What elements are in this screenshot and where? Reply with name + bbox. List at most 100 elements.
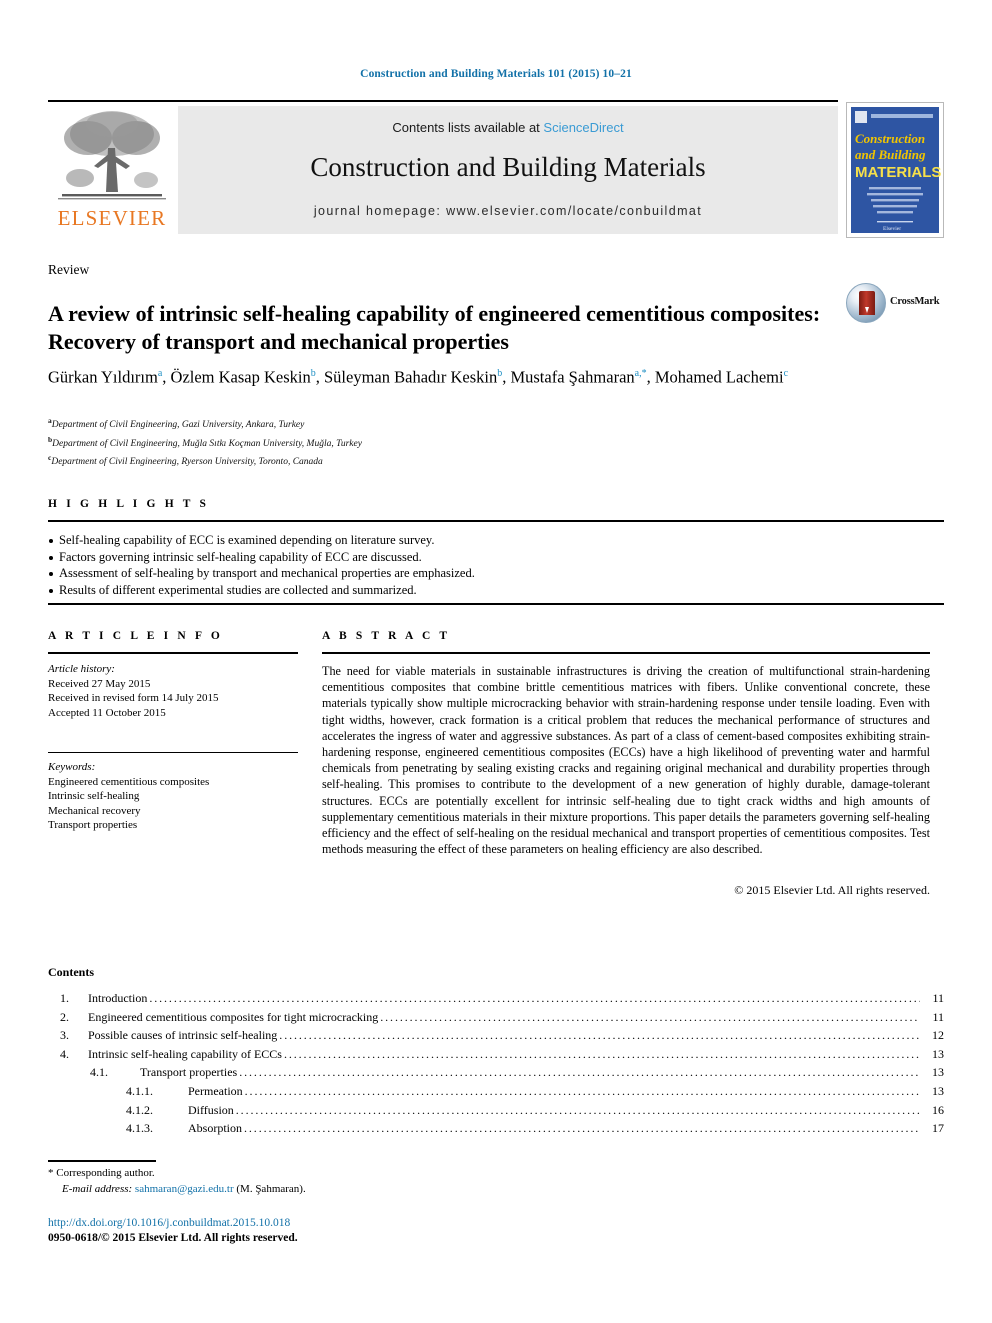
elsevier-tree-icon: [58, 111, 166, 200]
affiliation-item: bDepartment of Civil Engineering, Muğla …: [48, 433, 688, 452]
article-history-block: Article history: Received 27 May 2015 Rec…: [48, 662, 298, 720]
crossmark-circle-icon: [846, 283, 886, 323]
keywords-rule: [48, 752, 298, 753]
keyword-item: Engineered cementitious composites: [48, 775, 210, 788]
journal-article-first-page: Construction and Building Materials 101 …: [0, 0, 992, 1323]
contents-section: Contents 1. Introduction.................…: [48, 965, 944, 1135]
elsevier-logo: ELSEVIER: [48, 106, 176, 234]
elsevier-wordmark: ELSEVIER: [57, 206, 167, 230]
article-history-item: Accepted 11 October 2015: [48, 706, 166, 719]
issn-copyright-line: 0950-0618/© 2015 Elsevier Ltd. All right…: [48, 1232, 298, 1244]
toc-entry-label: Diffusion: [188, 1102, 234, 1117]
toc-entry-number: 4.1.3.: [126, 1121, 153, 1136]
toc-entry-page: 13: [932, 1083, 944, 1098]
author-affiliation-marker: b: [497, 368, 503, 379]
affiliation-text: Department of Civil Engineering, Muğla S…: [52, 438, 362, 449]
page-title: A review of intrinsic self-healing capab…: [48, 300, 821, 354]
corresponding-marker: *: [48, 1167, 54, 1179]
toc-entry[interactable]: 3. Possible causes of intrinsic self-heal…: [48, 1028, 944, 1047]
toc-entry-label: Engineered cementitious composites for t…: [88, 1009, 379, 1024]
toc-leader-dots: ........................................…: [283, 1046, 920, 1061]
email-label: E-mail address:: [62, 1182, 133, 1195]
keyword-item: Mechanical recovery: [48, 804, 141, 817]
keywords-label: Keywords:: [48, 761, 96, 773]
author-name: Özlem Kasap Keskin: [170, 367, 311, 387]
running-head: Construction and Building Materials 101 …: [360, 68, 632, 80]
abstract-heading: A B S T R A C T: [322, 630, 451, 642]
toc-entry-page: 13: [932, 1046, 944, 1061]
toc-entry[interactable]: 4.1.2. Diffusion.........................…: [48, 1103, 944, 1122]
abstract-section: A B S T R A C T The need for viable mate…: [322, 630, 930, 897]
author-name: Mustafa Şahmaran: [510, 367, 635, 387]
article-type-label: Review: [48, 262, 90, 277]
corresponding-text: Corresponding author.: [56, 1167, 155, 1179]
svg-text:Construction: Construction: [855, 131, 925, 146]
svg-text:Elsevier: Elsevier: [883, 226, 901, 232]
author-list: Gürkan Yıldırıma, Özlem Kasap Keskinb, S…: [48, 367, 789, 387]
svg-text:MATERIALS: MATERIALS: [855, 164, 941, 181]
contents-available-prefix: Contents lists available at: [392, 120, 544, 135]
doi-link[interactable]: http://dx.doi.org/10.1016/j.conbuildmat.…: [48, 1216, 548, 1231]
footnote-rule: [48, 1160, 156, 1162]
article-info-heading: A R T I C L E I N F O: [48, 630, 223, 642]
toc-entry-number: 4.1.2.: [126, 1102, 153, 1117]
author-affiliation-marker: a: [157, 368, 163, 379]
author-affiliation-marker: b: [310, 368, 316, 379]
toc-entry[interactable]: 4. Intrinsic self-healing capability of E…: [48, 1047, 944, 1066]
toc-entry[interactable]: 1. Introduction..........................…: [48, 991, 944, 1010]
masthead-top-rule: [48, 100, 838, 102]
journal-cover-thumbnail[interactable]: Construction and Building MATERIALS Else…: [846, 102, 944, 238]
article-history-item: Received in revised form 14 July 2015: [48, 692, 219, 704]
toc-entry[interactable]: 4.1.3. Absorption........................…: [48, 1121, 944, 1140]
toc-entry-number: 1.: [60, 991, 69, 1005]
email-link[interactable]: sahmaran@gazi.edu.tr: [135, 1183, 234, 1195]
keywords-list: Engineered cementitious composites Intrin…: [48, 775, 298, 833]
toc-leader-dots: ........................................…: [149, 991, 920, 1005]
keywords-block: Keywords: Engineered cementitious compos…: [48, 760, 298, 833]
highlights-heading: H I G H L I G H T S: [48, 498, 210, 510]
toc-entry-label: Introduction: [88, 991, 148, 1005]
abstract-text: The need for viable materials in sustain…: [322, 664, 930, 857]
keyword-item: Intrinsic self-healing: [48, 790, 140, 802]
doi-block: http://dx.doi.org/10.1016/j.conbuildmat.…: [48, 1216, 548, 1246]
journal-cover-image: Construction and Building MATERIALS Else…: [847, 103, 943, 237]
affiliation-item: aDepartment of Civil Engineering, Gazi U…: [48, 414, 688, 433]
toc-entry[interactable]: 4.1. Transport properties................…: [48, 1065, 944, 1084]
toc-entry-page: 16: [932, 1102, 944, 1117]
footnote-block: * Corresponding author. E-mail address: …: [48, 1166, 548, 1197]
article-info-section: A R T I C L E I N F O Article history: R…: [48, 630, 298, 831]
toc-leader-dots: ........................................…: [235, 1102, 920, 1117]
toc-entry-number: 4.: [60, 1046, 69, 1061]
toc-entry-number: 2.: [60, 1009, 69, 1024]
toc-entry[interactable]: 2. Engineered cementitious composites for…: [48, 1010, 944, 1029]
toc-entry-page: 11: [932, 991, 944, 1005]
journal-homepage-link[interactable]: journal homepage: www.elsevier.com/locat…: [178, 204, 838, 218]
crossmark-badge[interactable]: CrossMark: [846, 283, 942, 327]
abstract-rule: [322, 652, 930, 654]
toc-entry-page: 17: [932, 1121, 944, 1136]
journal-title: Construction and Building Materials: [310, 152, 706, 182]
email-owner: (M. Şahmaran).: [236, 1182, 306, 1195]
toc-entry-label: Transport properties: [140, 1065, 238, 1080]
highlights-section: H I G H L I G H T S Self-healing capabil…: [48, 498, 944, 605]
toc-leader-dots: ........................................…: [244, 1083, 920, 1098]
toc-entry-page: 12: [932, 1028, 944, 1043]
author-name: Gürkan Yıldırım: [48, 367, 158, 387]
corresponding-author-note: * Corresponding author.: [48, 1166, 548, 1182]
article-history-label: Article history:: [48, 663, 115, 675]
toc-entry-number: 4.1.1.: [126, 1083, 153, 1098]
author-name: Mohamed Lachemi: [654, 367, 784, 387]
toc-leader-dots: ........................................…: [239, 1065, 920, 1080]
contents-heading: Contents: [48, 965, 95, 979]
affiliation-item: cDepartment of Civil Engineering, Ryerso…: [48, 451, 688, 470]
masthead-panel: Contents lists available at ScienceDirec…: [178, 106, 838, 234]
journal-masthead: ELSEVIER Contents lists available at Sci…: [48, 100, 944, 238]
email-note: E-mail address: sahmaran@gazi.edu.tr (M.…: [48, 1182, 548, 1198]
toc-entry-label: Permeation: [188, 1083, 243, 1098]
toc-entry-number: 4.1.: [90, 1065, 108, 1080]
sciencedirect-link[interactable]: ScienceDirect: [543, 120, 623, 135]
toc-entry[interactable]: 4.1.1. Permeation........................…: [48, 1084, 944, 1103]
abstract-copyright: © 2015 Elsevier Ltd. All rights reserved…: [734, 883, 930, 897]
crossmark-label: CrossMark: [890, 296, 940, 307]
highlight-item: Factors governing intrinsic self-healing…: [48, 549, 944, 566]
